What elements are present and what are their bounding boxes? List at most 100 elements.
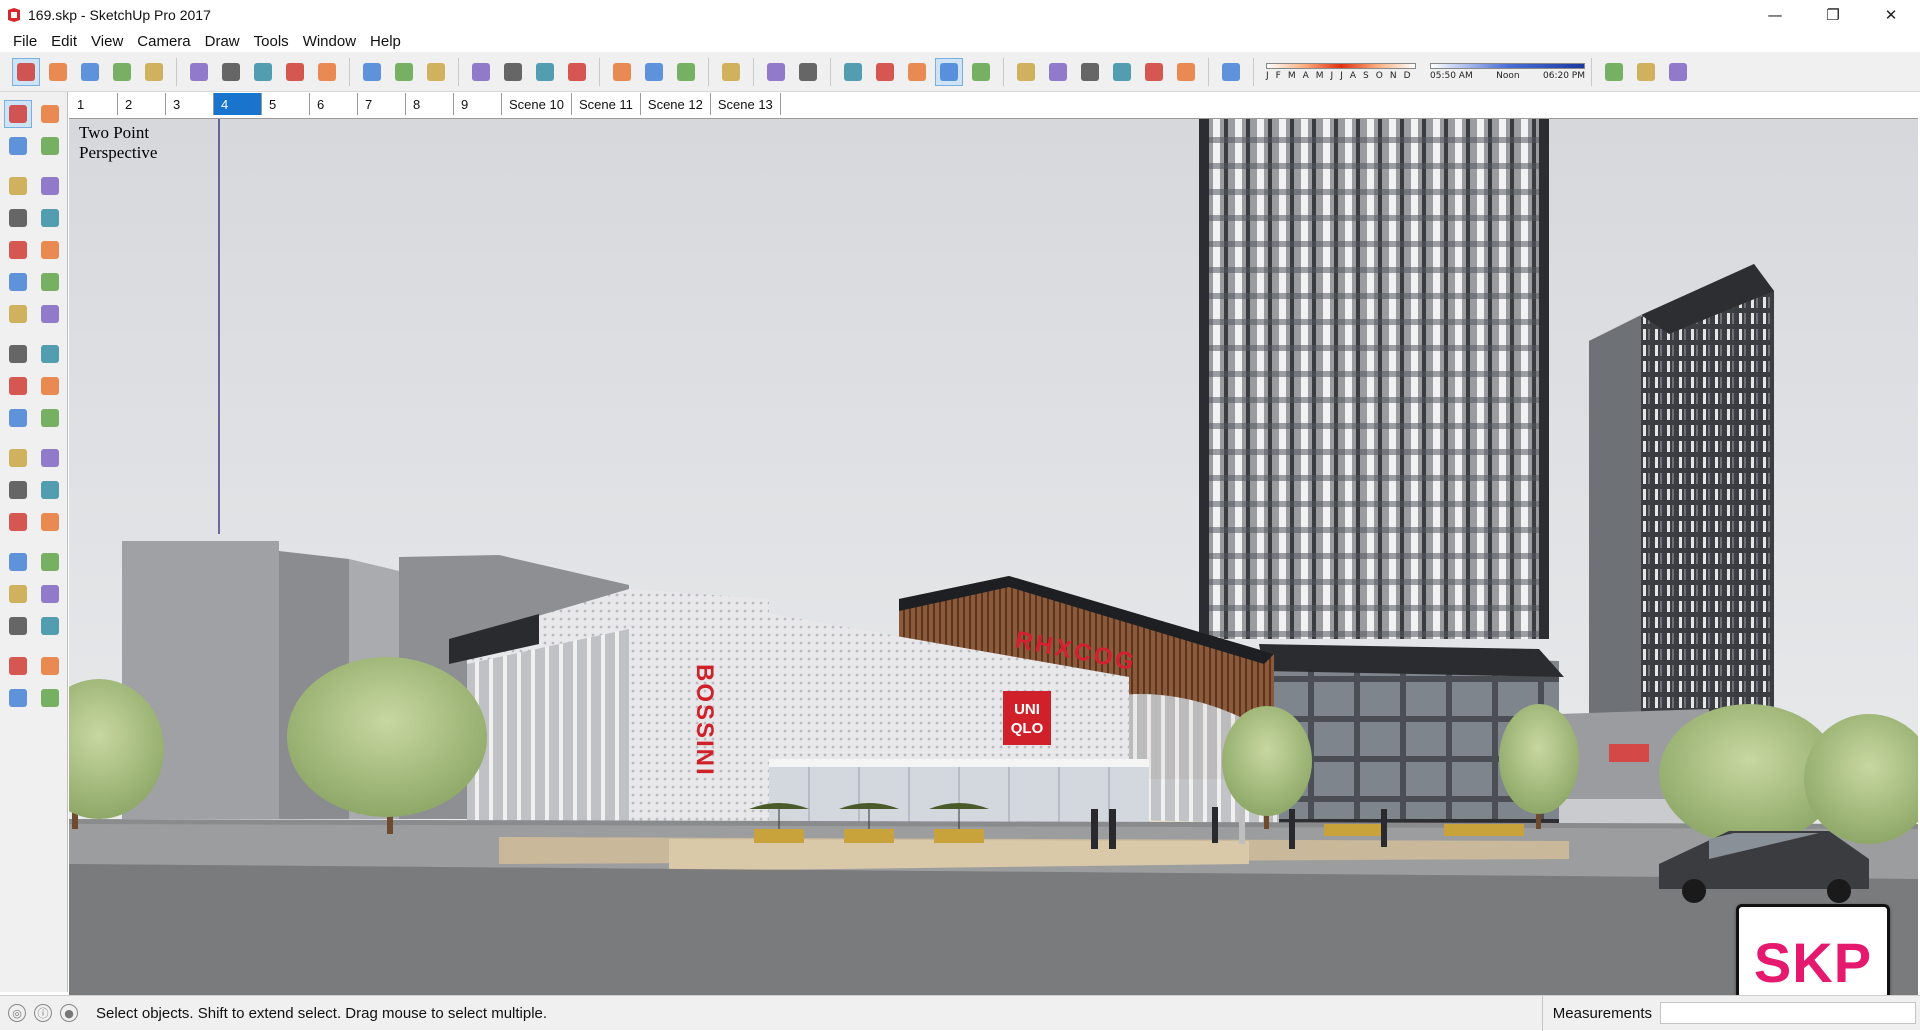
scene-tab-6[interactable]: 6 bbox=[310, 93, 358, 115]
scale-button[interactable] bbox=[313, 58, 341, 86]
paint-bucket-button[interactable] bbox=[422, 58, 450, 86]
eraser-tool-button[interactable] bbox=[36, 132, 64, 160]
shadow-date-slider[interactable]: JFMAMJJASOND bbox=[1266, 62, 1416, 81]
previous-view-tool-button[interactable] bbox=[36, 612, 64, 640]
geolocation-icon[interactable]: ◎ bbox=[8, 1004, 26, 1022]
xray-button[interactable] bbox=[762, 58, 790, 86]
wireframe-button[interactable] bbox=[839, 58, 867, 86]
menu-view[interactable]: View bbox=[84, 33, 130, 50]
scene-tab-scene-10[interactable]: Scene 10 bbox=[502, 93, 572, 115]
orbit-button[interactable] bbox=[467, 58, 495, 86]
rectangle-button[interactable] bbox=[140, 58, 168, 86]
menu-edit[interactable]: Edit bbox=[44, 33, 84, 50]
credits-icon[interactable]: ⓘ bbox=[34, 1004, 52, 1022]
scene-tab-4[interactable]: 4 bbox=[214, 93, 262, 115]
polygon-tool-button[interactable] bbox=[36, 236, 64, 264]
front-view-button[interactable] bbox=[1076, 58, 1104, 86]
zoom-window-tool-button[interactable] bbox=[36, 580, 64, 608]
zoom-tool-button[interactable] bbox=[4, 580, 32, 608]
select-button[interactable] bbox=[12, 57, 40, 86]
drawing-viewport[interactable]: UNI QLO BOSSINI RHXCOG Two Point Perspec… bbox=[69, 118, 1918, 995]
move-button[interactable] bbox=[249, 58, 277, 86]
pencil-button[interactable] bbox=[76, 58, 104, 86]
push-pull-button[interactable] bbox=[185, 58, 213, 86]
section-plane-button[interactable] bbox=[1600, 58, 1628, 86]
freehand-tool-button[interactable] bbox=[36, 172, 64, 200]
close-button[interactable]: ✕ bbox=[1862, 0, 1920, 30]
pan-tool-button[interactable] bbox=[36, 548, 64, 576]
push-pull-tool-button[interactable] bbox=[36, 340, 64, 368]
scene-tab-1[interactable]: 1 bbox=[70, 93, 118, 115]
position-camera-tool-button[interactable] bbox=[4, 652, 32, 680]
rotate-button[interactable] bbox=[281, 58, 309, 86]
rotated-rectangle-tool-button[interactable] bbox=[36, 204, 64, 232]
monochrome-button[interactable] bbox=[967, 58, 995, 86]
rotate-tool-button[interactable] bbox=[4, 372, 32, 400]
restore-button[interactable]: ❐ bbox=[1804, 0, 1862, 30]
eraser-button[interactable] bbox=[44, 58, 72, 86]
component-tool-button[interactable] bbox=[36, 100, 64, 128]
circle-tool-button[interactable] bbox=[4, 236, 32, 264]
shadow-toggle-button[interactable] bbox=[1217, 58, 1245, 86]
look-around-tool-button[interactable] bbox=[36, 652, 64, 680]
dimension-tool-button[interactable] bbox=[36, 444, 64, 472]
orbit-tool-button[interactable] bbox=[4, 548, 32, 576]
month-slider-track[interactable] bbox=[1266, 62, 1416, 69]
select-tool-button[interactable] bbox=[4, 100, 32, 128]
menu-window[interactable]: Window bbox=[296, 33, 363, 50]
shaded-textures-button[interactable] bbox=[935, 57, 963, 86]
scene-tab-2[interactable]: 2 bbox=[118, 93, 166, 115]
pie-tool-button[interactable] bbox=[36, 300, 64, 328]
measurements-input[interactable] bbox=[1660, 1002, 1916, 1024]
menu-file[interactable]: File bbox=[6, 33, 44, 50]
section-tool-button[interactable] bbox=[36, 684, 64, 712]
three-point-arc-tool-button[interactable] bbox=[4, 300, 32, 328]
scene-tab-scene-12[interactable]: Scene 12 bbox=[641, 93, 711, 115]
walk-tool-button[interactable] bbox=[4, 684, 32, 712]
offset-tool-button[interactable] bbox=[36, 404, 64, 432]
hidden-line-button[interactable] bbox=[871, 58, 899, 86]
two-point-arc-tool-button[interactable] bbox=[36, 268, 64, 296]
menu-help[interactable]: Help bbox=[363, 33, 408, 50]
line-tool-button[interactable] bbox=[4, 172, 32, 200]
3d-text-tool-button[interactable] bbox=[36, 508, 64, 536]
left-view-button[interactable] bbox=[1172, 58, 1200, 86]
arc-tool-button[interactable] bbox=[4, 268, 32, 296]
arc-button[interactable] bbox=[108, 58, 136, 86]
protractor-tool-button[interactable] bbox=[4, 476, 32, 504]
text-tool-button[interactable] bbox=[36, 476, 64, 504]
top-view-button[interactable] bbox=[1044, 58, 1072, 86]
user-account-icon[interactable]: ● bbox=[60, 1004, 78, 1022]
axes-tool-button[interactable] bbox=[4, 508, 32, 536]
download-button[interactable] bbox=[1664, 58, 1692, 86]
section-display-button[interactable] bbox=[1632, 58, 1660, 86]
warehouse-button[interactable] bbox=[608, 58, 636, 86]
text-button[interactable] bbox=[390, 58, 418, 86]
menu-tools[interactable]: Tools bbox=[247, 33, 296, 50]
scene-tab-9[interactable]: 9 bbox=[454, 93, 502, 115]
minimize-button[interactable]: — bbox=[1746, 0, 1804, 30]
tape-tool-button[interactable] bbox=[4, 444, 32, 472]
zoom-extents-tool-button[interactable] bbox=[4, 612, 32, 640]
scene-tab-3[interactable]: 3 bbox=[166, 93, 214, 115]
scale-tool-button[interactable] bbox=[4, 404, 32, 432]
shaded-button[interactable] bbox=[903, 58, 931, 86]
pan-button[interactable] bbox=[499, 58, 527, 86]
time-slider-track[interactable] bbox=[1430, 62, 1585, 69]
ruby-button[interactable] bbox=[717, 58, 745, 86]
menu-camera[interactable]: Camera bbox=[130, 33, 197, 50]
back-edges-button[interactable] bbox=[794, 58, 822, 86]
right-view-button[interactable] bbox=[1108, 58, 1136, 86]
scene-tab-7[interactable]: 7 bbox=[358, 93, 406, 115]
extension-warehouse-button[interactable] bbox=[640, 58, 668, 86]
scene-tab-scene-11[interactable]: Scene 11 bbox=[572, 93, 641, 115]
menu-draw[interactable]: Draw bbox=[198, 33, 247, 50]
back-view-button[interactable] bbox=[1140, 58, 1168, 86]
paint-tool-button[interactable] bbox=[4, 132, 32, 160]
scene-tab-8[interactable]: 8 bbox=[406, 93, 454, 115]
zoom-extents-button[interactable] bbox=[563, 58, 591, 86]
follow-me-button[interactable] bbox=[217, 58, 245, 86]
move-tool-button[interactable] bbox=[4, 340, 32, 368]
tape-measure-button[interactable] bbox=[358, 58, 386, 86]
rectangle-tool-button[interactable] bbox=[4, 204, 32, 232]
